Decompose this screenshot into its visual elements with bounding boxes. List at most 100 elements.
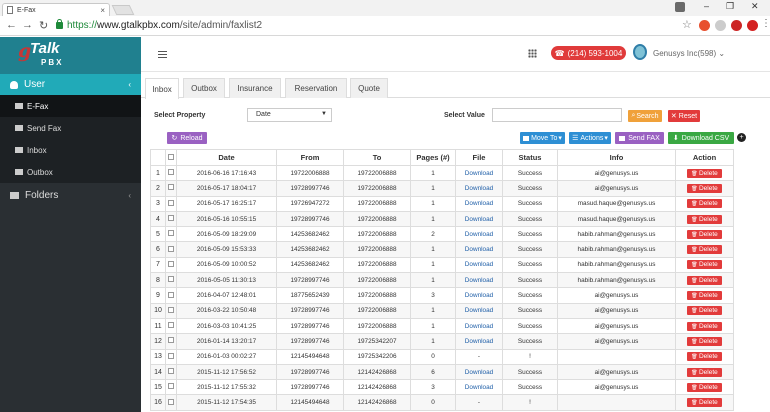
- delete-button[interactable]: 🗑 Delete: [687, 260, 722, 270]
- cell-file[interactable]: Download: [455, 241, 503, 258]
- tab-insurance[interactable]: Insurance: [229, 78, 281, 98]
- row-checkbox[interactable]: [165, 195, 177, 212]
- tab-quote[interactable]: Quote: [350, 78, 388, 98]
- property-select[interactable]: Date ▼: [247, 108, 332, 122]
- tab-inbox[interactable]: Inbox: [145, 78, 179, 99]
- menu-icon[interactable]: ⋮: [761, 18, 770, 29]
- checkbox[interactable]: [168, 230, 174, 237]
- profile-icon[interactable]: [675, 2, 685, 12]
- address-bar[interactable]: https://www.gtalkpbx.com/site/admin/faxl…: [67, 20, 262, 31]
- bookmark-star-icon[interactable]: ☆: [682, 18, 692, 31]
- tab-close-icon[interactable]: ×: [100, 6, 105, 15]
- logo[interactable]: g Talk PBX: [0, 37, 141, 74]
- delete-button[interactable]: 🗑 Delete: [687, 183, 722, 193]
- download-link[interactable]: Download: [465, 170, 493, 177]
- close-window-icon[interactable]: ✕: [751, 1, 759, 12]
- row-checkbox[interactable]: [165, 363, 177, 381]
- row-checkbox[interactable]: [165, 394, 177, 411]
- delete-button[interactable]: 🗑 Delete: [687, 214, 722, 224]
- row-checkbox[interactable]: [165, 226, 177, 243]
- extension-icon-2[interactable]: [715, 20, 726, 31]
- apps-grid-icon[interactable]: [528, 49, 537, 58]
- cell-file[interactable]: Download: [455, 379, 503, 396]
- checkbox[interactable]: [168, 398, 174, 405]
- download-link[interactable]: Download: [465, 323, 493, 330]
- delete-button[interactable]: 🗑 Delete: [687, 245, 722, 255]
- reset-button[interactable]: ✕ Reset: [668, 110, 700, 122]
- download-link[interactable]: Download: [465, 338, 493, 345]
- download-link[interactable]: Download: [465, 307, 493, 314]
- checkbox[interactable]: [168, 383, 174, 390]
- column-header-date[interactable]: Date: [176, 149, 277, 166]
- cell-file[interactable]: Download: [455, 256, 503, 274]
- tab-outbox[interactable]: Outbox: [183, 78, 225, 98]
- column-header-status[interactable]: Status: [502, 149, 558, 166]
- row-checkbox[interactable]: [165, 256, 177, 274]
- row-checkbox[interactable]: [165, 287, 177, 304]
- sidebar-item-efax[interactable]: E-Fax: [0, 95, 141, 117]
- phone-button[interactable]: ☎ (214) 593-1004: [551, 46, 626, 60]
- sidebar-item-outbox[interactable]: Outbox: [0, 161, 141, 183]
- sidebar-folders[interactable]: Folders ‹: [0, 185, 141, 205]
- download-link[interactable]: Download: [465, 261, 493, 268]
- move-to-button[interactable]: Move To ▾: [520, 132, 565, 144]
- checkbox[interactable]: [168, 291, 174, 298]
- delete-button[interactable]: 🗑 Delete: [687, 321, 722, 331]
- cell-file[interactable]: Download: [455, 210, 503, 228]
- column-header-from[interactable]: From: [276, 149, 344, 166]
- row-checkbox[interactable]: [165, 180, 177, 197]
- cell-file[interactable]: Download: [455, 363, 503, 381]
- company-dropdown[interactable]: Genusys Inc(598) ⌄: [653, 49, 725, 58]
- column-header-to[interactable]: To: [343, 149, 411, 166]
- adblock-icon[interactable]: [747, 20, 758, 31]
- download-link[interactable]: Download: [465, 200, 493, 207]
- row-checkbox[interactable]: [165, 333, 177, 350]
- cell-file[interactable]: Download: [455, 333, 503, 350]
- delete-button[interactable]: 🗑 Delete: [687, 168, 722, 178]
- reload-button[interactable]: ↻ Reload: [167, 132, 207, 144]
- checkbox[interactable]: [168, 184, 174, 191]
- row-checkbox[interactable]: [165, 348, 177, 365]
- browser-tab[interactable]: E-Fax ×: [2, 3, 110, 16]
- opera-icon[interactable]: [731, 20, 742, 31]
- row-checkbox[interactable]: [165, 317, 177, 335]
- select-all-checkbox[interactable]: [165, 149, 177, 166]
- new-tab-button[interactable]: [111, 5, 135, 15]
- reload-page-icon[interactable]: ↻: [39, 19, 48, 32]
- send-fax-button[interactable]: Send FAX: [615, 132, 664, 144]
- cell-file[interactable]: Download: [455, 287, 503, 304]
- row-checkbox[interactable]: [165, 302, 177, 319]
- download-link[interactable]: Download: [465, 384, 493, 391]
- search-button[interactable]: ⌕ Search: [628, 110, 662, 122]
- actions-button[interactable]: ☰ Actions ▾: [569, 132, 611, 144]
- forward-icon[interactable]: →: [22, 19, 33, 31]
- cell-file[interactable]: Download: [455, 317, 503, 335]
- row-checkbox[interactable]: [165, 379, 177, 396]
- extension-icon-1[interactable]: [699, 20, 710, 31]
- delete-button[interactable]: 🗑 Delete: [687, 382, 722, 392]
- checkbox[interactable]: [168, 154, 174, 160]
- download-link[interactable]: Download: [465, 231, 493, 238]
- checkbox[interactable]: [168, 276, 174, 283]
- download-link[interactable]: Download: [465, 216, 493, 223]
- cell-file[interactable]: -: [455, 394, 503, 411]
- delete-button[interactable]: 🗑 Delete: [687, 229, 722, 239]
- delete-button[interactable]: 🗑 Delete: [687, 306, 722, 316]
- avatar[interactable]: [633, 44, 647, 60]
- hamburger-menu-icon[interactable]: [158, 51, 167, 58]
- cell-file[interactable]: Download: [455, 180, 503, 197]
- cell-file[interactable]: Download: [455, 164, 503, 182]
- cell-file[interactable]: Download: [455, 272, 503, 289]
- maximize-icon[interactable]: ❐: [726, 1, 734, 12]
- delete-button[interactable]: 🗑 Delete: [687, 336, 722, 346]
- back-icon[interactable]: ←: [6, 19, 17, 31]
- delete-button[interactable]: 🗑 Delete: [687, 367, 722, 377]
- column-header-info[interactable]: Info: [557, 149, 676, 166]
- cell-file[interactable]: -: [455, 348, 503, 365]
- sidebar-user-menu[interactable]: User ‹: [0, 74, 141, 95]
- column-header-pages[interactable]: Pages (#): [410, 149, 456, 166]
- value-input[interactable]: [492, 108, 622, 122]
- download-link[interactable]: Download: [465, 246, 493, 253]
- cell-file[interactable]: Download: [455, 195, 503, 212]
- column-header-file[interactable]: File: [455, 149, 503, 166]
